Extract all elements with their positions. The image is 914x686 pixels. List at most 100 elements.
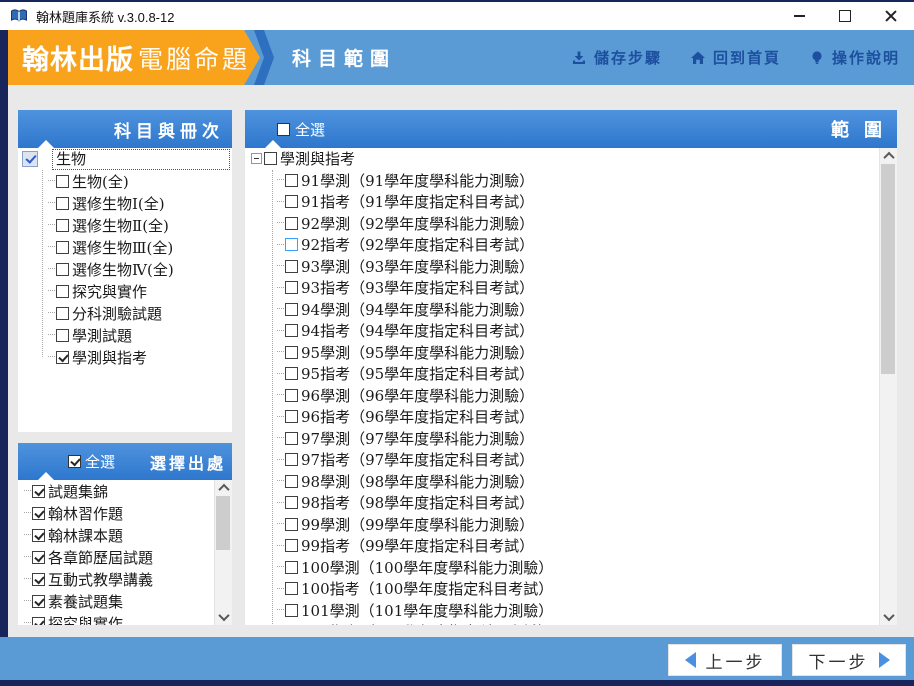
range-tree-item[interactable]: 96學測（96學年度學科能力測驗） <box>277 385 897 407</box>
subject-tree-item[interactable]: 選修生物Ⅱ(全) <box>48 214 232 236</box>
checkbox[interactable] <box>285 260 298 273</box>
range-tree-item[interactable]: 99學測（99學年度學科能力測驗） <box>277 514 897 536</box>
checkbox[interactable] <box>56 175 69 188</box>
checkbox[interactable] <box>285 174 298 187</box>
tree-item-label[interactable]: 94指考（94學年度指定科目考試） <box>301 320 534 341</box>
tree-item-label[interactable]: 93學測（93學年度學科能力測驗） <box>301 256 534 277</box>
tree-item-label[interactable]: 98指考（98學年度指定科目考試） <box>301 492 534 513</box>
maximize-button[interactable] <box>822 2 868 30</box>
range-tree-item[interactable]: 91學測（91學年度學科能力測驗） <box>277 170 897 192</box>
collapse-icon[interactable] <box>251 153 262 164</box>
range-tree-item[interactable]: 93學測（93學年度學科能力測驗） <box>277 256 897 278</box>
range-select-all[interactable]: 全選 <box>277 119 325 140</box>
source-scrollbar[interactable] <box>214 480 232 625</box>
list-item-label[interactable]: 互動式教學講義 <box>48 569 153 590</box>
checkbox[interactable] <box>285 453 298 466</box>
list-item-label[interactable]: 翰林課本題 <box>48 525 123 546</box>
tree-item-label[interactable]: 生物(全) <box>72 171 129 192</box>
checkbox[interactable] <box>56 285 69 298</box>
tree-item-label[interactable]: 100學測（100學年度學科能力測驗） <box>301 557 553 578</box>
save-steps-button[interactable]: 儲存步驟 <box>571 47 662 68</box>
source-list-item[interactable]: 探究與實作 <box>18 612 232 625</box>
scroll-down-button[interactable] <box>880 609 897 625</box>
scroll-down-button[interactable] <box>215 609 232 625</box>
source-list-item[interactable]: 試題集錦 <box>18 480 232 502</box>
next-step-button[interactable]: 下一步 <box>792 644 906 676</box>
tree-item-label[interactable]: 98學測（98學年度學科能力測驗） <box>301 471 534 492</box>
tree-item-label[interactable]: 91指考（91學年度指定科目考試） <box>301 191 534 212</box>
tree-item-label[interactable]: 分科測驗試題 <box>72 303 162 324</box>
tree-item-label[interactable]: 92指考（92學年度指定科目考試） <box>301 234 534 255</box>
range-tree-item[interactable]: 97指考（97學年度指定科目考試） <box>277 449 897 471</box>
tree-item-label[interactable]: 101學測（101學年度學科能力測驗） <box>301 600 553 621</box>
checkbox[interactable] <box>285 389 298 402</box>
tree-item-label[interactable]: 選修生物Ⅰ(全) <box>72 193 165 214</box>
subject-root-label[interactable]: 生物 <box>52 149 230 170</box>
tree-item-label[interactable]: 91學測（91學年度學科能力測驗） <box>301 170 534 191</box>
source-list-item[interactable]: 互動式教學講義 <box>18 568 232 590</box>
tree-item-label[interactable]: 99學測（99學年度學科能力測驗） <box>301 514 534 535</box>
tree-item-label[interactable]: 選修生物Ⅳ(全) <box>72 259 174 280</box>
checkbox[interactable] <box>285 195 298 208</box>
home-button[interactable]: 回到首頁 <box>690 47 781 68</box>
range-tree-item[interactable]: 98學測（98學年度學科能力測驗） <box>277 471 897 493</box>
checkbox[interactable] <box>285 475 298 488</box>
checkbox[interactable] <box>56 263 69 276</box>
select-all-checkbox[interactable] <box>68 455 81 468</box>
subject-tree-item[interactable]: 探究與實作 <box>48 280 232 302</box>
help-button[interactable]: 操作說明 <box>809 47 900 68</box>
subject-tree-item[interactable]: 學測試題 <box>48 324 232 346</box>
range-tree-item[interactable]: 101學測（101學年度學科能力測驗） <box>277 600 897 622</box>
tree-item-label[interactable]: 92學測（92學年度學科能力測驗） <box>301 213 534 234</box>
range-root-item[interactable]: 學測與指考 <box>245 148 897 170</box>
tree-item-label[interactable]: 選修生物Ⅱ(全) <box>72 215 169 236</box>
checkbox[interactable] <box>285 496 298 509</box>
tree-item-label[interactable]: 97學測（97學年度學科能力測驗） <box>301 428 534 449</box>
range-tree-item[interactable]: 94指考（94學年度指定科目考試） <box>277 320 897 342</box>
range-tree-item[interactable]: 98指考（98學年度指定科目考試） <box>277 492 897 514</box>
checkbox[interactable] <box>285 367 298 380</box>
list-item-label[interactable]: 素養試題集 <box>48 591 123 612</box>
checkbox[interactable] <box>285 432 298 445</box>
subject-tree-item[interactable]: 學測與指考 <box>48 346 232 368</box>
source-list-item[interactable]: 各章節歷屆試題 <box>18 546 232 568</box>
scroll-up-button[interactable] <box>215 480 232 496</box>
select-all-checkbox[interactable] <box>277 123 290 136</box>
checkbox[interactable] <box>285 561 298 574</box>
range-tree-item[interactable]: 100學測（100學年度學科能力測驗） <box>277 557 897 579</box>
tree-item-label[interactable]: 94學測（94學年度學科能力測驗） <box>301 299 534 320</box>
tree-item-label[interactable]: 選修生物Ⅲ(全) <box>72 237 173 258</box>
list-item-label[interactable]: 翰林習作題 <box>48 503 123 524</box>
subject-tree-item[interactable]: 分科測驗試題 <box>48 302 232 324</box>
list-item-label[interactable]: 試題集錦 <box>48 481 108 502</box>
minimize-button[interactable] <box>776 2 822 30</box>
scroll-up-button[interactable] <box>880 148 897 164</box>
range-tree-item[interactable]: 93指考（93學年度指定科目考試） <box>277 277 897 299</box>
checkbox[interactable] <box>56 329 69 342</box>
range-tree-item[interactable]: 91指考（91學年度指定科目考試） <box>277 191 897 213</box>
range-scrollbar[interactable] <box>879 148 897 625</box>
tree-item-label[interactable]: 100指考（100學年度指定科目考試） <box>301 578 553 599</box>
tree-item-label[interactable]: 97指考（97學年度指定科目考試） <box>301 449 534 470</box>
source-list-item[interactable]: 翰林課本題 <box>18 524 232 546</box>
checkbox[interactable] <box>285 346 298 359</box>
checkbox[interactable] <box>285 582 298 595</box>
checkbox[interactable] <box>56 241 69 254</box>
checkbox[interactable] <box>285 324 298 337</box>
tree-item-label[interactable]: 探究與實作 <box>72 281 147 302</box>
checkbox[interactable] <box>32 485 45 498</box>
tree-item-label[interactable]: 101指考（101學年度指定科目考試） <box>301 621 553 625</box>
range-tree-item[interactable]: 92指考（92學年度指定科目考試） <box>277 234 897 256</box>
range-tree-item[interactable]: 95學測（95學年度學科能力測驗） <box>277 342 897 364</box>
tree-item-label[interactable]: 95指考（95學年度指定科目考試） <box>301 363 534 384</box>
range-tree-item[interactable]: 96指考（96學年度指定科目考試） <box>277 406 897 428</box>
range-tree-item[interactable]: 100指考（100學年度指定科目考試） <box>277 578 897 600</box>
select-all-label[interactable]: 全選 <box>85 451 115 472</box>
select-all-label[interactable]: 全選 <box>295 119 325 140</box>
checkbox[interactable] <box>32 507 45 520</box>
subject-tree-item[interactable]: 選修生物Ⅲ(全) <box>48 236 232 258</box>
checkbox[interactable] <box>32 573 45 586</box>
subject-root-item[interactable]: 生物 <box>18 148 232 170</box>
checkbox[interactable] <box>264 152 277 165</box>
source-list-item[interactable]: 素養試題集 <box>18 590 232 612</box>
